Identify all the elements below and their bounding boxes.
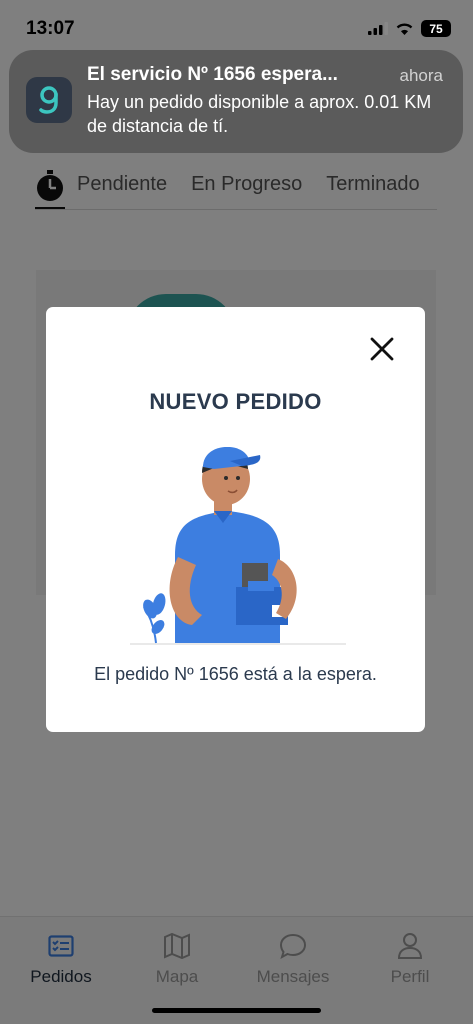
battery-indicator: 75 <box>421 20 451 37</box>
modal-title: NUEVO PEDIDO <box>149 389 322 414</box>
wifi-icon <box>396 23 413 35</box>
close-icon[interactable] <box>368 335 396 363</box>
modal-message: El pedido Nº 1656 está a la espera. <box>94 664 377 684</box>
brand-g-icon <box>39 86 58 114</box>
notification-time: ahora <box>399 66 443 85</box>
status-icons: 75 <box>368 20 451 37</box>
new-order-modal: NUEVO PEDIDO El pedido Nº 1656 está a la… <box>46 307 425 732</box>
notification-title: El servicio Nº 1656 espera... <box>87 64 338 85</box>
home-indicator <box>152 1008 321 1013</box>
delivery-man-illustration <box>130 447 346 645</box>
app-icon <box>26 77 72 123</box>
push-notification[interactable]: El servicio Nº 1656 espera... ahora Hay … <box>9 50 463 153</box>
notification-body: Hay un pedido disponible a aprox. 0.01 K… <box>87 92 432 136</box>
signal-icon <box>368 22 388 35</box>
